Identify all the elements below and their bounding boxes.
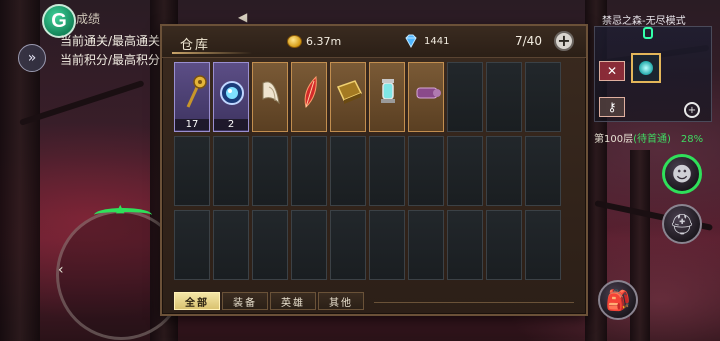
helmet-icon: ⛑ bbox=[669, 212, 695, 236]
gold-amount: 6.37m bbox=[306, 35, 342, 48]
joystick-left-arrow-icon: ‹ bbox=[58, 262, 64, 278]
inventory-slot-empty[interactable] bbox=[369, 210, 405, 280]
diamond-icon bbox=[405, 34, 417, 49]
tab-1[interactable]: 装备 bbox=[222, 292, 268, 310]
tab-rail bbox=[374, 302, 574, 303]
inventory-slot-item[interactable]: 2 bbox=[213, 62, 249, 132]
inventory-slot-empty[interactable] bbox=[408, 210, 444, 280]
inventory-slot-empty[interactable] bbox=[291, 210, 327, 280]
inventory-slot-empty[interactable] bbox=[174, 210, 210, 280]
floor-label: 第100层 bbox=[594, 134, 634, 145]
player-marker-icon bbox=[639, 61, 653, 75]
inventory-slot-item[interactable] bbox=[369, 62, 405, 132]
hero-face-icon: ☻ bbox=[671, 162, 693, 186]
minimap-current-room bbox=[631, 53, 661, 83]
lantern-icon bbox=[381, 79, 395, 103]
inventory-slot-empty[interactable] bbox=[213, 210, 249, 280]
expand-capacity-button[interactable]: + bbox=[554, 31, 574, 51]
mode-title: 禁忌之森-无尽模式 bbox=[602, 16, 686, 27]
inventory-slot-empty[interactable] bbox=[252, 136, 288, 206]
score-title: 成绩 bbox=[76, 12, 101, 26]
item-count: 17 bbox=[175, 119, 209, 130]
backpack-icon: 🎒 bbox=[605, 288, 631, 312]
item-count: 2 bbox=[214, 119, 248, 130]
collapse-arrow-icon[interactable]: ◀ bbox=[238, 10, 247, 24]
exit-marker-icon bbox=[643, 27, 653, 39]
joystick-up-arrow-icon: ▲ bbox=[116, 202, 125, 215]
inventory-slot-item[interactable] bbox=[408, 62, 444, 132]
current-best-clear-label: 当前通关/最高通关 bbox=[60, 34, 161, 48]
inventory-slot-empty[interactable] bbox=[252, 210, 288, 280]
inventory-slot-empty[interactable] bbox=[486, 136, 522, 206]
title-underline bbox=[172, 52, 252, 54]
inventory-grid: 17 2 bbox=[174, 62, 576, 282]
warehouse-title: 仓库 bbox=[180, 38, 211, 53]
inventory-slot-empty[interactable] bbox=[447, 210, 483, 280]
inventory-slot-empty[interactable] bbox=[486, 62, 522, 132]
claw-tooth-icon bbox=[262, 81, 280, 105]
gold-coin-icon bbox=[287, 35, 302, 48]
diamond-amount: 1441 bbox=[424, 36, 450, 47]
inventory-slot-empty[interactable] bbox=[525, 62, 561, 132]
spellbook-icon bbox=[336, 80, 363, 104]
tab-3[interactable]: 其他 bbox=[318, 292, 364, 310]
inventory-slot-empty[interactable] bbox=[330, 136, 366, 206]
plus-icon: + bbox=[557, 31, 571, 50]
floor-status: (待首通) bbox=[633, 134, 671, 145]
tab-0[interactable]: 全部 bbox=[174, 292, 220, 310]
inventory-slot-item[interactable] bbox=[252, 62, 288, 132]
golden-scepter-icon bbox=[186, 75, 207, 108]
inventory-slot-empty[interactable] bbox=[408, 136, 444, 206]
expand-chevrons-icon[interactable]: » bbox=[18, 44, 46, 72]
scroll-icon bbox=[416, 87, 441, 99]
inventory-slot-item[interactable]: 17 bbox=[174, 62, 210, 132]
backpack-button[interactable]: 🎒 bbox=[598, 280, 638, 320]
g-letter: G bbox=[51, 9, 67, 32]
category-tabs: 全部 装备 英雄 其他 bbox=[174, 292, 364, 310]
hero-portrait-button[interactable]: ☻ bbox=[662, 154, 702, 194]
inventory-slot-empty[interactable] bbox=[213, 136, 249, 206]
zoom-in-icon[interactable]: + bbox=[684, 102, 700, 118]
tab-2[interactable]: 英雄 bbox=[270, 292, 316, 310]
inventory-slot-item[interactable] bbox=[330, 62, 366, 132]
warehouse-panel: 仓库 6.37m 1441 7/40 + 17 2 全部 装备 英雄 其他 bbox=[160, 24, 588, 316]
inventory-slot-empty[interactable] bbox=[174, 136, 210, 206]
inventory-slot-empty[interactable] bbox=[369, 136, 405, 206]
inventory-slot-empty[interactable] bbox=[525, 210, 561, 280]
capacity-count: 7/40 bbox=[515, 34, 542, 48]
inventory-slot-empty[interactable] bbox=[447, 136, 483, 206]
inventory-slot-item[interactable] bbox=[291, 62, 327, 132]
red-feather-icon bbox=[304, 75, 317, 108]
key-marker-icon: ⚷ bbox=[599, 97, 625, 117]
inventory-slot-empty[interactable] bbox=[525, 136, 561, 206]
axe-marker-icon: ✕ bbox=[599, 61, 625, 81]
floor-percent: 28% bbox=[680, 134, 704, 145]
blue-orb-icon bbox=[220, 81, 244, 105]
current-best-score-label: 当前积分/最高积分 bbox=[60, 53, 161, 67]
inventory-slot-empty[interactable] bbox=[486, 210, 522, 280]
helmet-button[interactable]: ⛑ bbox=[662, 204, 702, 244]
inventory-slot-empty[interactable] bbox=[330, 210, 366, 280]
warehouse-header: 仓库 6.37m 1441 7/40 + bbox=[162, 26, 586, 58]
floor-progress: 第100层(待首通) 28% bbox=[594, 130, 703, 145]
inventory-slot-empty[interactable] bbox=[447, 62, 483, 132]
inventory-slot-empty[interactable] bbox=[291, 136, 327, 206]
